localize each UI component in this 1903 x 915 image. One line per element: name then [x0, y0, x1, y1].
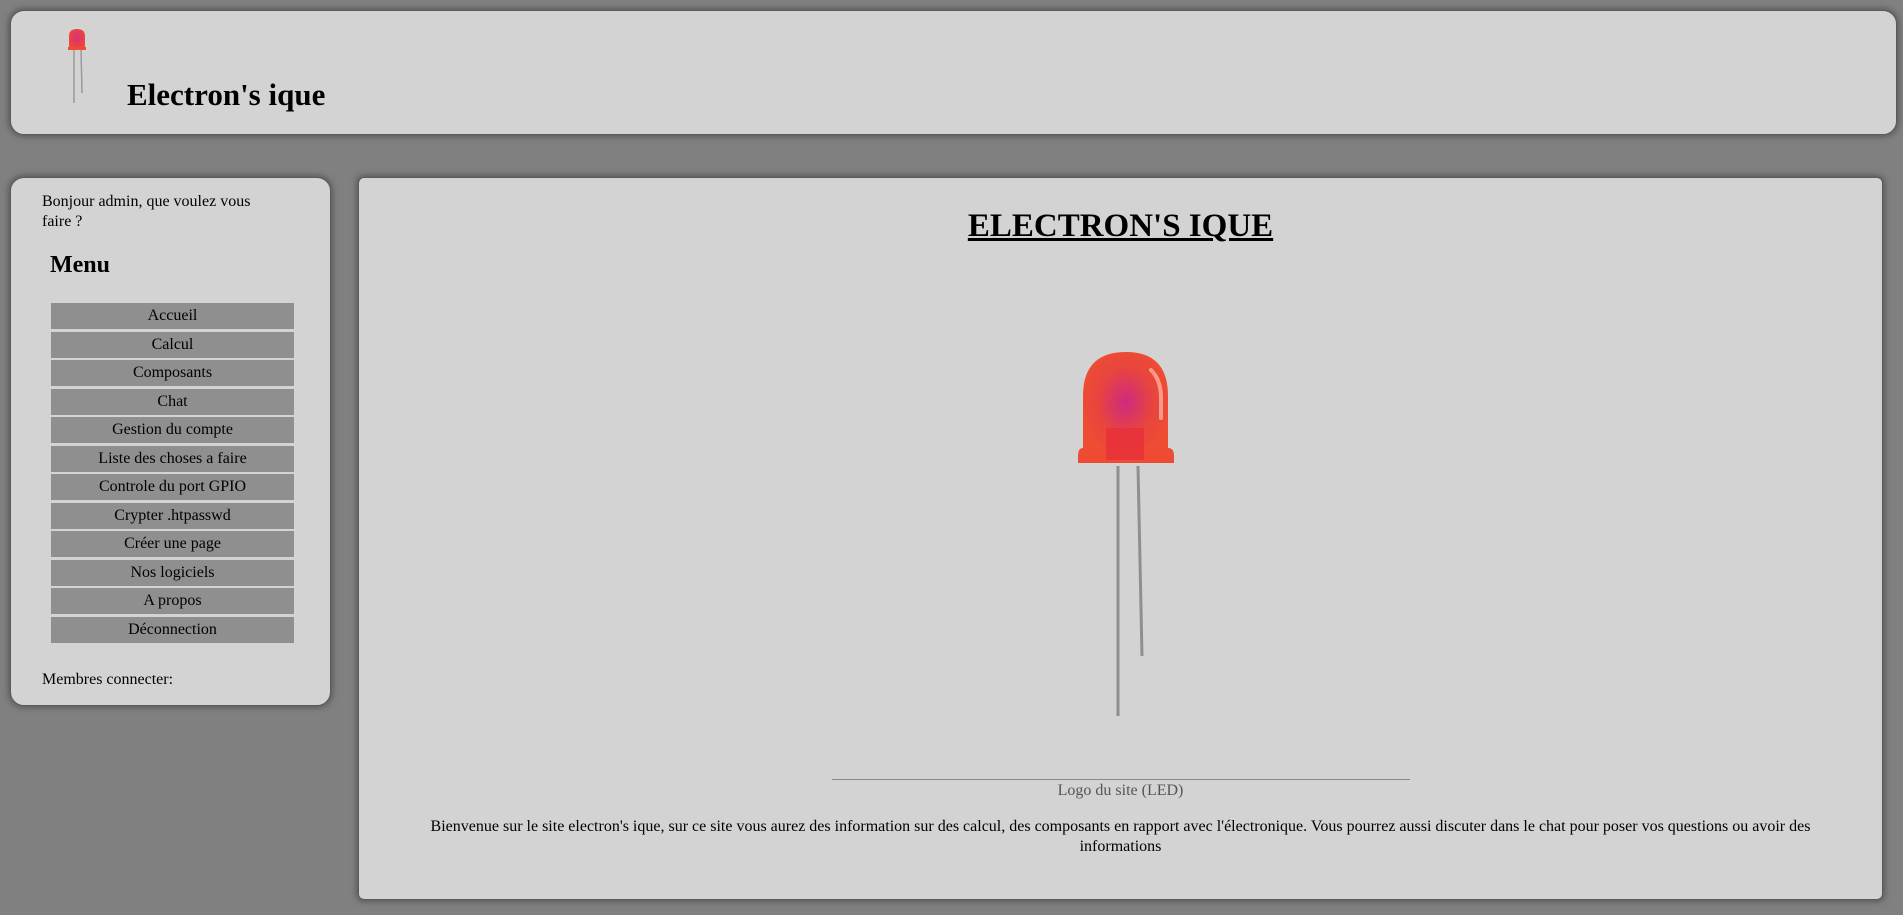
menu-item-liste-des-choses[interactable]: Liste des choses a faire [51, 445, 294, 472]
main-content: ELECTRON'S IQUE Logo du site (LED) Bienv… [358, 177, 1883, 900]
menu-item-calcul[interactable]: Calcul [51, 331, 294, 358]
page-title: ELECTRON'S IQUE [967, 208, 1274, 244]
sidebar: Bonjour admin, que voulez vous faire ? M… [10, 177, 331, 706]
menu-item-composants[interactable]: Composants [51, 360, 294, 386]
menu-item-accueil[interactable]: Accueil [51, 303, 294, 329]
menu-item-a-propos[interactable]: A propos [51, 588, 294, 614]
menu-item-nos-logiciels[interactable]: Nos logiciels [51, 559, 294, 586]
figure-caption: Logo du site (LED) [1057, 782, 1184, 799]
caption-divider [832, 779, 1410, 780]
menu-title: Menu [50, 252, 110, 278]
menu-item-crypter-htpasswd[interactable]: Crypter .htpasswd [51, 502, 294, 529]
menu-item-creer-une-page[interactable]: Créer une page [51, 531, 294, 557]
site-header: Electron's ique [10, 10, 1897, 135]
menu-list: Accueil Calcul Composants Chat Gestion d… [51, 303, 294, 645]
menu-item-deconnection[interactable]: Déconnection [51, 616, 294, 643]
led-logo-image [1078, 352, 1174, 716]
menu-item-gestion-du-compte[interactable]: Gestion du compte [51, 417, 294, 443]
site-title: Electron's ique [127, 77, 326, 112]
led-icon [68, 29, 86, 103]
menu-item-chat[interactable]: Chat [51, 388, 294, 415]
menu-item-controle-gpio[interactable]: Controle du port GPIO [51, 474, 294, 500]
members-connected-label: Membres connecter: [42, 671, 174, 688]
welcome-text: Bienvenue sur le site electron's ique, s… [430, 818, 1811, 855]
greeting-text: Bonjour admin, que voulez vous faire ? [42, 193, 251, 230]
